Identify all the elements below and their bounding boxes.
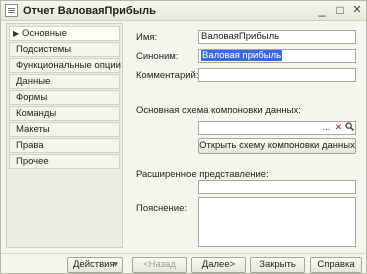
nav-item-subsystems[interactable]: Подсистемы [9,42,120,57]
nav-item-main[interactable]: ▶ Основные [9,26,120,41]
help-button[interactable]: Справка [310,257,362,273]
back-button[interactable]: <Назад [132,257,187,273]
nav-item-functional-options[interactable]: Функциональные опции [9,58,121,73]
name-field[interactable]: ВаловаяПрибыль [198,30,356,44]
explanation-field[interactable] [198,197,356,247]
schema-field[interactable]: ... ✕ [198,121,356,135]
actions-dropdown-icon: ▾ [113,259,118,270]
window-title: Отчет ВаловаяПрибыль [23,5,156,17]
current-section-arrow-icon: ▶ [13,29,20,38]
choose-schema-icon[interactable]: ... [321,122,332,134]
close-window-button[interactable]: ✕ [350,3,364,17]
explanation-label: Пояснение: [136,203,188,214]
actions-button[interactable]: Действия ▾ [67,257,123,273]
comment-field[interactable] [198,68,356,82]
nav-item-data[interactable]: Данные [9,74,120,89]
close-button[interactable]: Закрыть [250,257,305,273]
actions-label: Действия [73,259,115,270]
nav-item-commands[interactable]: Команды [9,106,120,121]
extended-representation-label: Расширенное представление: [136,169,269,180]
report-editor-window: Отчет ВаловаяПрибыль _ □ ✕ ▶ Основные По… [0,0,367,274]
schema-label: Основная схема компоновки данных: [136,105,301,116]
report-icon [5,4,18,17]
nav-item-templates[interactable]: Макеты [9,122,120,137]
open-schema-icon[interactable] [344,122,355,134]
nav-item-rights[interactable]: Права [9,138,120,153]
sections-nav: ▶ Основные Подсистемы Функциональные опц… [6,23,123,248]
comment-label: Комментарий: [136,70,199,81]
next-button[interactable]: Далее> [191,257,246,273]
nav-item-forms[interactable]: Формы [9,90,120,105]
name-label: Имя: [136,32,158,43]
nav-item-label: Основные [22,28,68,39]
clear-schema-icon[interactable]: ✕ [333,122,344,134]
title-bar: Отчет ВаловаяПрибыль _ □ ✕ [1,1,366,21]
synonym-field[interactable]: Валовая прибыль [198,49,356,63]
open-schema-button[interactable]: Открыть схему компоновки данных [198,138,356,154]
minimize-button[interactable]: _ [315,3,329,17]
synonym-selected-text: Валовая прибыль [201,50,283,61]
maximize-button[interactable]: □ [333,3,347,17]
footer-divider [1,253,366,254]
synonym-label: Синоним: [136,51,179,62]
extended-representation-field[interactable] [198,180,356,194]
nav-item-other[interactable]: Прочее [9,154,120,169]
